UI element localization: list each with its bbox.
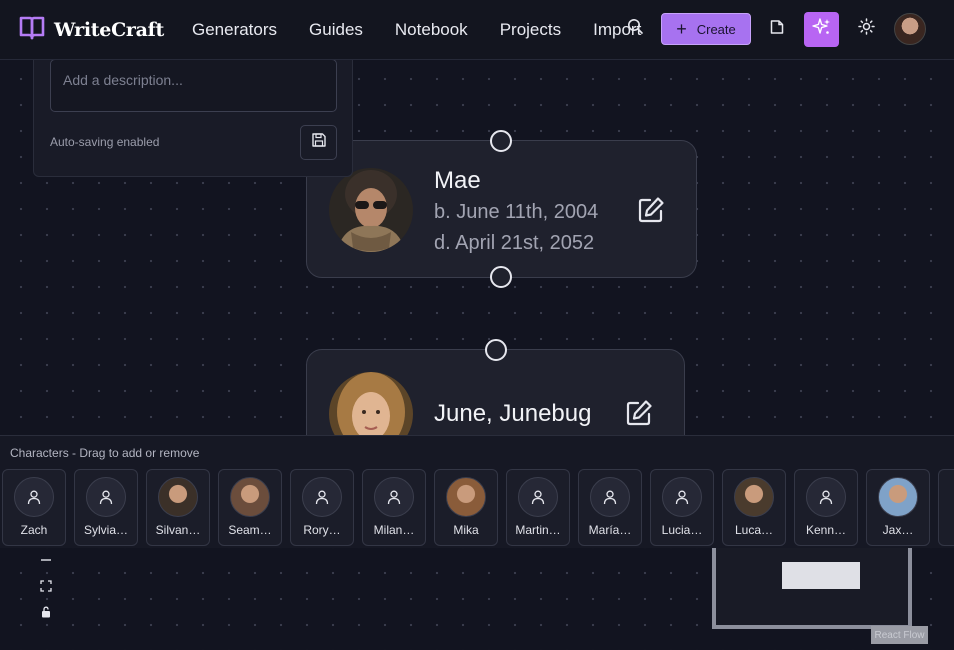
character-name: Jax…	[882, 523, 914, 537]
person-icon	[518, 477, 558, 517]
lock-button[interactable]	[33, 601, 59, 627]
fit-view-icon	[40, 579, 52, 597]
edit-button[interactable]	[625, 399, 653, 427]
autosave-status: Auto-saving enabled	[50, 135, 160, 149]
character-portrait	[329, 168, 413, 252]
minimap-node	[782, 562, 860, 589]
character-card[interactable]: Zach	[2, 469, 66, 546]
character-name: Milan…	[373, 523, 415, 537]
create-button[interactable]: + Create	[661, 13, 751, 45]
character-card[interactable]: Jax…	[866, 469, 930, 546]
fit-view-button[interactable]	[33, 575, 59, 601]
character-card[interactable]: Lucia…	[650, 469, 714, 546]
flow-attribution-link[interactable]: React Flow	[871, 626, 928, 644]
characters-bar: Characters - Drag to add or remove Zach S…	[0, 435, 954, 548]
edit-icon	[637, 197, 665, 228]
person-icon	[302, 477, 342, 517]
character-card[interactable]: Sylvia…	[74, 469, 138, 546]
node-handle-bottom[interactable]	[490, 266, 512, 288]
flow-controls	[33, 549, 59, 627]
plus-icon: +	[676, 19, 687, 39]
save-button[interactable]	[300, 125, 337, 160]
minimap[interactable]	[712, 546, 912, 629]
character-card[interactable]: Mika	[434, 469, 498, 546]
sparkles-icon	[811, 17, 832, 42]
brand-name: WriteCraft	[54, 18, 164, 41]
top-navbar: WriteCraft Generators Guides Notebook Pr…	[0, 0, 954, 60]
character-photo	[446, 477, 486, 517]
character-card[interactable]: Milan…	[362, 469, 426, 546]
person-icon	[374, 477, 414, 517]
node-name: Mae	[434, 167, 481, 194]
nav-guides[interactable]: Guides	[293, 20, 379, 40]
character-card[interactable]: Seam…	[218, 469, 282, 546]
sun-icon	[857, 18, 875, 40]
character-card[interactable]: Rory…	[290, 469, 354, 546]
search-icon	[627, 18, 644, 40]
person-icon	[14, 477, 54, 517]
character-name: Kenn…	[805, 523, 847, 537]
zoom-out-button[interactable]	[33, 549, 59, 575]
theme-toggle-button[interactable]	[848, 11, 884, 47]
characters-bar-title: Characters - Drag to add or remove	[10, 446, 200, 460]
person-icon	[662, 477, 702, 517]
search-button[interactable]	[617, 11, 653, 47]
birth-date: b. June 11th, 2004	[434, 201, 599, 223]
nav-notebook[interactable]: Notebook	[379, 20, 484, 40]
character-name: Rory…	[303, 523, 341, 537]
character-name: Zach	[20, 523, 48, 537]
character-node-mae[interactable]: Mae b. June 11th, 2004 d. April 21st, 20…	[306, 140, 697, 278]
edit-button[interactable]	[637, 196, 665, 224]
character-card[interactable]: Kenn…	[794, 469, 858, 546]
save-icon	[311, 132, 327, 153]
description-input[interactable]: Add a description...	[50, 59, 337, 112]
character-card[interactable]: Luca…	[722, 469, 786, 546]
character-name: Martin…	[515, 523, 561, 537]
scroll-overflow-card	[938, 469, 954, 546]
character-card[interactable]: Martin…	[506, 469, 570, 546]
character-card[interactable]: María…	[578, 469, 642, 546]
document-button[interactable]	[759, 11, 795, 47]
character-name: Mika	[453, 523, 479, 537]
document-icon	[769, 19, 785, 40]
character-card[interactable]: Silvan…	[146, 469, 210, 546]
create-label: Create	[696, 21, 736, 37]
ai-sparkle-button[interactable]	[804, 11, 839, 47]
nav-generators[interactable]: Generators	[176, 20, 293, 40]
minus-icon	[40, 553, 52, 571]
character-name: Sylvia…	[83, 523, 128, 537]
unlock-icon	[40, 605, 52, 623]
nav-projects[interactable]: Projects	[484, 20, 577, 40]
character-photo	[878, 477, 918, 517]
character-name: María…	[588, 523, 632, 537]
person-icon	[806, 477, 846, 517]
character-photo	[158, 477, 198, 517]
node-name: June, Junebug	[434, 400, 592, 427]
character-photo	[734, 477, 774, 517]
character-name: Luca…	[734, 523, 774, 537]
character-list: Zach Sylvia… Silvan… Seam… Rory… Milan… Mika Ma…	[2, 469, 938, 546]
description-panel: Add a description... Auto-saving enabled	[33, 40, 353, 177]
brand[interactable]: WriteCraft	[18, 13, 164, 46]
person-icon	[590, 477, 630, 517]
death-date: d. April 21st, 2052	[434, 232, 595, 254]
character-name: Lucia…	[661, 523, 703, 537]
person-icon	[86, 477, 126, 517]
book-logo-icon	[18, 13, 46, 46]
node-handle-top[interactable]	[485, 339, 507, 361]
node-handle-top[interactable]	[490, 130, 512, 152]
edit-icon	[625, 400, 653, 431]
character-name: Silvan…	[155, 523, 201, 537]
character-photo	[230, 477, 270, 517]
character-name: Seam…	[228, 523, 272, 537]
user-avatar[interactable]	[894, 13, 926, 45]
